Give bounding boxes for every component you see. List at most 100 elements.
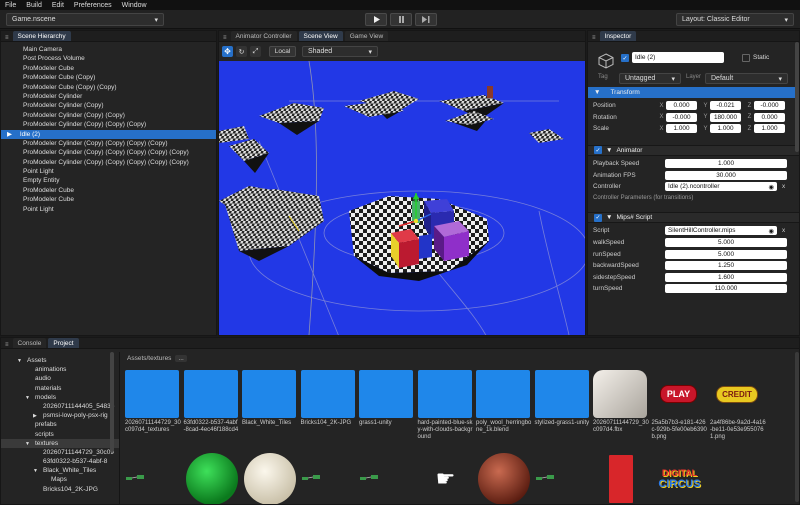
asset-item[interactable]: 20260711144729_30c097d4.fbx bbox=[593, 370, 649, 434]
hierarchy-item[interactable]: Point Light bbox=[1, 205, 216, 214]
scene-select[interactable]: Game.nscene ▾ bbox=[6, 13, 164, 26]
hierarchy-item[interactable]: ProModeler Cube (Copy) (Copy) bbox=[1, 83, 216, 92]
transform-position-field[interactable]: 0.000 bbox=[666, 101, 697, 111]
asset-item[interactable]: DIGITAL CIRCUS bbox=[652, 452, 708, 504]
script-field-input[interactable]: 5.000 bbox=[665, 238, 787, 248]
asset-item[interactable]: CREDIT 2a4f86be-9a2d-4a16-be11-0e53e95507… bbox=[710, 370, 766, 441]
tree-divider[interactable] bbox=[119, 352, 120, 504]
tree-item[interactable]: Maps bbox=[1, 475, 119, 484]
tree-item[interactable]: ▼ Black_White_Tiles bbox=[1, 466, 119, 475]
tree-item[interactable]: audio bbox=[1, 374, 119, 383]
hierarchy-item[interactable]: ProModeler Cylinder (Copy) (Copy) bbox=[1, 111, 216, 120]
scale-tool-button[interactable]: ⤢ bbox=[250, 46, 261, 57]
tab-scene-view[interactable]: Scene View bbox=[298, 31, 343, 41]
asset-item[interactable]: hard-painted-blue-sky-with-clouds-backgr… bbox=[417, 370, 474, 441]
tab-scene-hierarchy[interactable]: Scene Hierarchy bbox=[12, 31, 71, 41]
hierarchy-item[interactable]: Post Process Volume bbox=[1, 54, 216, 63]
transform-rotation-field[interactable]: -0.000 bbox=[666, 112, 697, 122]
animator-header[interactable]: ✓ ▼ Animator bbox=[588, 144, 799, 156]
asset-item[interactable] bbox=[476, 452, 532, 504]
tree-scrollbar[interactable] bbox=[110, 352, 114, 452]
asset-item[interactable] bbox=[535, 452, 591, 504]
hierarchy-item[interactable]: Point Light bbox=[1, 167, 216, 176]
hierarchy-item[interactable]: ProModeler Cube bbox=[1, 64, 216, 73]
hierarchy-item[interactable]: ProModeler Cylinder (Copy) bbox=[1, 101, 216, 110]
asset-item[interactable]: poly_wool_herringbone_1k.blend bbox=[476, 370, 532, 434]
controller-params-label[interactable]: Controller Parameters (for transitions) bbox=[588, 193, 799, 205]
tag-select[interactable]: Untagged ▾ bbox=[619, 73, 681, 84]
transform-position-field[interactable]: -0.000 bbox=[754, 101, 785, 111]
asset-item[interactable]: 20260711144729_30c097d4_textures bbox=[125, 370, 181, 434]
script-field-input[interactable]: 1.600 bbox=[665, 272, 787, 282]
script-field[interactable]: SilentHillController.mips ◉ bbox=[665, 226, 777, 236]
rotate-tool-button[interactable]: ↻ bbox=[236, 46, 247, 57]
inspector-scrollbar[interactable] bbox=[795, 42, 799, 152]
controller-field[interactable]: Idle (2).ncontroller ◉ bbox=[665, 182, 777, 192]
hierarchy-item[interactable]: ProModeler Cube bbox=[1, 186, 216, 195]
script-field-input[interactable]: 1.250 bbox=[665, 261, 787, 271]
tree-item[interactable]: animations bbox=[1, 365, 119, 374]
hierarchy-item[interactable]: Main Camera bbox=[1, 45, 216, 54]
breadcrumb-more-button[interactable]: ... bbox=[175, 355, 187, 362]
transform-rotation-field[interactable]: 0.000 bbox=[754, 112, 785, 122]
asset-item[interactable]: grass1-unity bbox=[359, 370, 415, 427]
breadcrumb-path[interactable]: Assets/textures bbox=[127, 355, 171, 362]
tree-item[interactable]: ▶ psmsi-low-poly-psx-rig bbox=[1, 411, 119, 420]
hierarchy-item[interactable]: ProModeler Cylinder (Copy) (Copy) (Copy) bbox=[1, 120, 216, 129]
local-space-button[interactable]: Local bbox=[269, 46, 296, 57]
tab-menu-icon[interactable]: ≡ bbox=[592, 35, 596, 41]
asset-item[interactable] bbox=[184, 452, 240, 504]
expand-arrow-icon[interactable]: ▶ bbox=[7, 131, 14, 138]
object-name-input[interactable]: Idle (2) bbox=[632, 52, 724, 63]
tab-project[interactable]: Project bbox=[48, 338, 79, 348]
asset-item[interactable] bbox=[242, 452, 298, 504]
menu-preferences[interactable]: Preferences bbox=[74, 2, 112, 9]
controller-clear-button[interactable]: x bbox=[782, 183, 785, 190]
tab-inspector[interactable]: Inspector bbox=[599, 31, 637, 41]
render-mode-select[interactable]: Shaded ▾ bbox=[302, 46, 378, 57]
hierarchy-item[interactable]: ProModeler Cylinder (Copy) (Copy) (Copy)… bbox=[1, 158, 216, 167]
layout-select[interactable]: Layout: Classic Editor ▾ bbox=[676, 13, 794, 26]
tab-menu-icon[interactable]: ≡ bbox=[5, 342, 9, 348]
target-icon[interactable]: ◉ bbox=[768, 183, 774, 191]
tab-menu-icon[interactable]: ≡ bbox=[5, 35, 9, 41]
tree-item[interactable]: scripts bbox=[1, 430, 119, 439]
tab-console[interactable]: Console bbox=[12, 338, 47, 348]
tree-item[interactable]: 20260711144405_5483b bbox=[1, 402, 119, 411]
tree-item[interactable]: Bricks104_2K-JPG bbox=[1, 485, 119, 494]
hierarchy-item[interactable]: ProModeler Cube bbox=[1, 195, 216, 204]
tree-item[interactable]: 20260711144729_30c09 bbox=[1, 448, 119, 457]
layer-select[interactable]: Default ▾ bbox=[705, 73, 788, 84]
script-field-input[interactable]: 5.000 bbox=[665, 249, 787, 259]
transform-rotation-field[interactable]: 180.000 bbox=[710, 112, 741, 122]
hierarchy-item[interactable]: Empty Entity bbox=[1, 176, 216, 185]
script-field-input[interactable]: 110.000 bbox=[665, 284, 787, 294]
tree-item[interactable]: ▼ models bbox=[1, 393, 119, 402]
transform-header[interactable]: ▼ Transform bbox=[588, 87, 799, 98]
transform-scale-field[interactable]: 1.000 bbox=[666, 124, 697, 134]
menu-edit[interactable]: Edit bbox=[52, 2, 64, 9]
asset-item[interactable]: Black_White_Tiles bbox=[242, 370, 298, 427]
asset-item[interactable]: PLAY 25a5b7b3-e181-426c-929b-5fe00eb6390b… bbox=[652, 370, 708, 441]
move-tool-button[interactable]: ✥ bbox=[222, 46, 233, 57]
hierarchy-item[interactable]: ▶ Idle (2) bbox=[1, 129, 216, 139]
hierarchy-item[interactable]: ProModeler Cylinder bbox=[1, 92, 216, 101]
static-checkbox[interactable] bbox=[742, 54, 750, 62]
script-checkbox[interactable]: ✓ bbox=[594, 213, 602, 222]
menu-file[interactable]: File bbox=[5, 2, 16, 9]
tab-animator-controller[interactable]: Animator Controller bbox=[230, 31, 297, 41]
transform-scale-field[interactable]: 1.000 bbox=[754, 124, 785, 134]
asset-item[interactable] bbox=[301, 452, 357, 504]
script-clear-button[interactable]: x bbox=[782, 227, 785, 234]
asset-item[interactable] bbox=[359, 452, 415, 504]
tab-menu-icon[interactable]: ≡ bbox=[223, 35, 227, 41]
animator-checkbox[interactable]: ✓ bbox=[594, 146, 602, 155]
assets-scrollbar[interactable] bbox=[795, 352, 799, 502]
tree-item[interactable]: ▼ Assets bbox=[1, 356, 119, 365]
hierarchy-item[interactable]: ProModeler Cylinder (Copy) (Copy) (Copy)… bbox=[1, 148, 216, 157]
transform-scale-field[interactable]: 1.000 bbox=[710, 124, 741, 134]
tab-game-view[interactable]: Game View bbox=[344, 31, 389, 41]
play-button[interactable] bbox=[365, 13, 387, 26]
asset-item[interactable]: 63fd0322-b537-4abf-8cad-4ec46f188cd4 bbox=[183, 370, 240, 434]
asset-item[interactable]: Bricks104_2K-JPG bbox=[300, 370, 357, 427]
